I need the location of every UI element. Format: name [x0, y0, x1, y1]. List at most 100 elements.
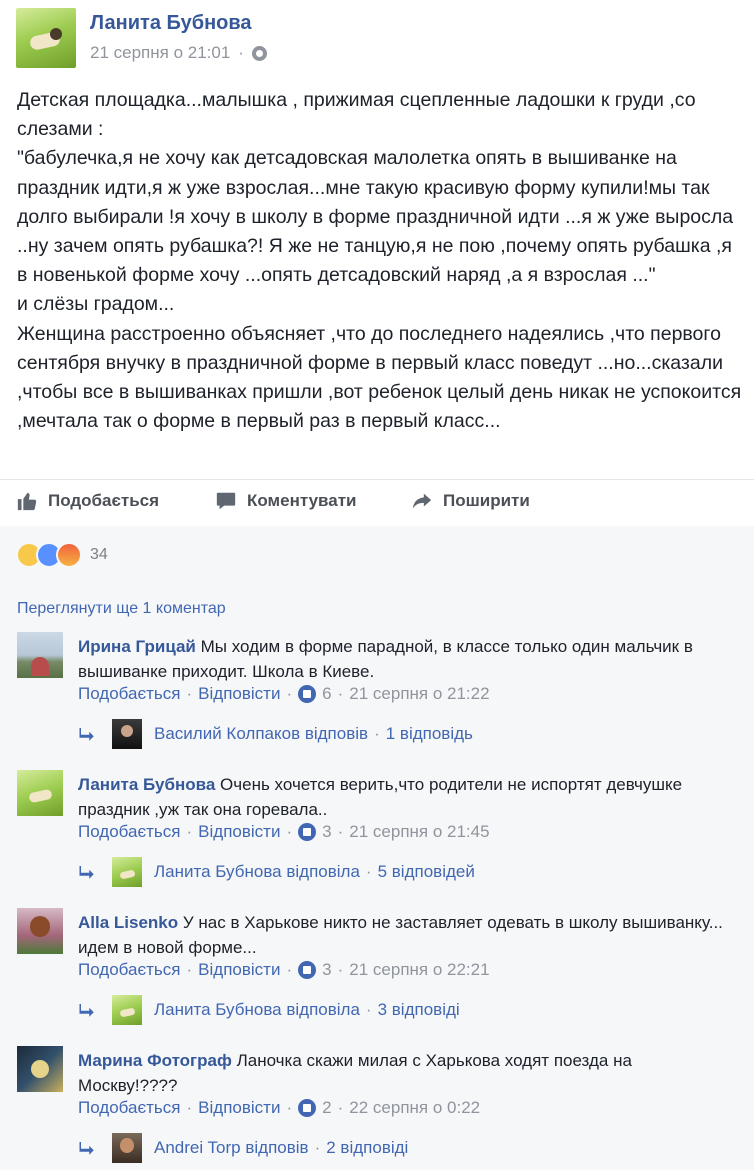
- reply-author: Ланита Бубнова відповіла: [154, 862, 360, 881]
- comment-reply-link[interactable]: Відповісти: [198, 822, 280, 842]
- comment-meta: Подобається · Відповісти · 6 · 21 серпня…: [78, 684, 490, 704]
- like-label: Подобається: [48, 491, 160, 510]
- comment-like-link[interactable]: Подобається: [78, 1098, 181, 1118]
- avatar: [112, 857, 142, 887]
- avatar[interactable]: [17, 908, 63, 954]
- reply-count: 1 відповідь: [385, 724, 473, 743]
- separator: ·: [337, 822, 344, 841]
- reply-count: 3 відповіді: [377, 1000, 460, 1019]
- reply-arrow-icon: [79, 866, 94, 879]
- like-count-icon: [298, 823, 317, 841]
- separator: ·: [365, 1000, 372, 1019]
- comment: Ирина Грицай Мы ходим в форме парадной, …: [17, 632, 737, 749]
- comment-like-count[interactable]: 3: [322, 960, 331, 980]
- comment-body: Alla Lisenko У нас в Харькове никто не з…: [78, 910, 728, 960]
- avatar[interactable]: [17, 632, 63, 678]
- comment-meta: Подобається · Відповісти · 2 · 22 серпня…: [78, 1098, 480, 1118]
- view-more-comments-link[interactable]: Переглянути ще 1 коментар: [17, 600, 226, 618]
- post-timestamp[interactable]: 21 серпня о 21:01: [90, 43, 230, 63]
- comment-author[interactable]: Alla Lisenko: [78, 913, 178, 932]
- separator: ·: [286, 684, 293, 703]
- comment-author[interactable]: Ирина Грицай: [78, 637, 196, 656]
- separator: ·: [286, 1098, 293, 1117]
- separator: ·: [186, 822, 193, 841]
- comment-label: Коментувати: [247, 491, 357, 510]
- comment-author[interactable]: Марина Фотограф: [78, 1051, 232, 1070]
- replies-summary[interactable]: Ланита Бубнова відповіла · 5 відповідей: [78, 857, 475, 887]
- replies-summary[interactable]: Andrei Torp відповів · 2 відповіді: [78, 1133, 408, 1163]
- comment-author[interactable]: Ланита Бубнова: [78, 775, 215, 794]
- separator: ·: [286, 822, 293, 841]
- post-paragraph: и слёзы градом...: [17, 293, 175, 316]
- comment-like-count[interactable]: 6: [322, 684, 331, 704]
- comment-like-link[interactable]: Подобається: [78, 960, 181, 980]
- reply-count: 2 відповіді: [326, 1138, 409, 1157]
- avatar: [112, 1133, 142, 1163]
- comment-reply-link[interactable]: Відповісти: [198, 684, 280, 704]
- comment-body: Ирина Грицай Мы ходим в форме парадной, …: [78, 634, 728, 684]
- post-actions: Подобається Коментувати Поширити: [0, 479, 754, 527]
- separator: ·: [186, 960, 193, 979]
- post-paragraph: Женщина расстроенно объясняет ,что до по…: [17, 322, 742, 433]
- reaction-count: 34: [90, 546, 108, 563]
- comment-meta: Подобається · Відповісти · 3 · 21 серпня…: [78, 960, 490, 980]
- share-label: Поширити: [443, 491, 530, 510]
- avatar[interactable]: [17, 1046, 63, 1092]
- reply-count: 5 відповідей: [377, 862, 475, 881]
- comment-meta: Подобається · Відповісти · 3 · 21 серпня…: [78, 822, 490, 842]
- separator: ·: [337, 1098, 344, 1117]
- replies-summary[interactable]: Василий Колпаков відповів · 1 відповідь: [78, 719, 473, 749]
- angry-reaction-icon: [56, 542, 82, 568]
- share-button[interactable]: Поширити: [411, 490, 530, 512]
- reply-arrow-icon: [79, 1004, 94, 1017]
- reactions-summary[interactable]: 34: [16, 542, 108, 568]
- separator: ·: [314, 1138, 321, 1157]
- reply-author: Andrei Torp відповів: [154, 1138, 309, 1157]
- post-author[interactable]: Ланита Бубнова: [90, 12, 252, 35]
- comment-body: Ланита Бубнова Очень хочется верить,что …: [78, 772, 728, 822]
- globe-icon[interactable]: [251, 45, 267, 61]
- share-arrow-icon: [412, 493, 432, 509]
- comment-reply-link[interactable]: Відповісти: [198, 1098, 280, 1118]
- comment-time[interactable]: 22 серпня о 0:22: [349, 1098, 480, 1118]
- separator: ·: [374, 724, 380, 743]
- comment-like-count[interactable]: 2: [322, 1098, 331, 1118]
- comment-like-link[interactable]: Подобається: [78, 822, 181, 842]
- comment: Ланита Бубнова Очень хочется верить,что …: [17, 770, 737, 887]
- avatar[interactable]: [17, 770, 63, 816]
- avatar: [112, 719, 142, 749]
- comment-like-link[interactable]: Подобається: [78, 684, 181, 704]
- like-count-icon: [298, 685, 317, 703]
- comment-time[interactable]: 21 серпня о 22:21: [349, 960, 489, 980]
- separator: ·: [286, 960, 293, 979]
- post-header: Ланита Бубнова 21 серпня о 21:01 ·: [0, 0, 754, 78]
- like-button[interactable]: Подобається: [16, 490, 159, 512]
- comment-body: Марина Фотограф Ланочка скажи милая с Ха…: [78, 1048, 728, 1098]
- feedback-section: 34 Переглянути ще 1 коментар Ирина Грица…: [0, 526, 754, 1170]
- comment: Alla Lisenko У нас в Харькове никто не з…: [17, 908, 737, 1025]
- comment-like-count[interactable]: 3: [322, 822, 331, 842]
- post-paragraph: Детская площадка...малышка , прижимая сц…: [17, 89, 696, 141]
- avatar: [112, 995, 142, 1025]
- thumbs-up-icon: [17, 492, 37, 511]
- separator: ·: [186, 1098, 193, 1117]
- comment-icon: [216, 492, 236, 510]
- separator: ·: [337, 684, 344, 703]
- separator: ·: [238, 43, 244, 62]
- reply-arrow-icon: [79, 1142, 94, 1155]
- reply-arrow-icon: [79, 728, 94, 741]
- comment: Марина Фотограф Ланочка скажи милая с Ха…: [17, 1046, 737, 1163]
- post-text: Детская площадка...малышка , прижимая сц…: [17, 86, 742, 436]
- post: Ланита Бубнова 21 серпня о 21:01 · Детск…: [0, 0, 754, 527]
- post-paragraph: "бабулечка,я не хочу как детсадовская ма…: [17, 147, 734, 287]
- comment-time[interactable]: 21 серпня о 21:22: [349, 684, 489, 704]
- comment-reply-link[interactable]: Відповісти: [198, 960, 280, 980]
- separator: ·: [337, 960, 344, 979]
- comment-button[interactable]: Коментувати: [215, 490, 357, 512]
- reply-author: Ланита Бубнова відповіла: [154, 1000, 360, 1019]
- author-avatar[interactable]: [16, 8, 76, 68]
- replies-summary[interactable]: Ланита Бубнова відповіла · 3 відповіді: [78, 995, 460, 1025]
- post-meta: 21 серпня о 21:01 ·: [90, 43, 267, 63]
- comment-time[interactable]: 21 серпня о 21:45: [349, 822, 489, 842]
- like-count-icon: [298, 1099, 317, 1117]
